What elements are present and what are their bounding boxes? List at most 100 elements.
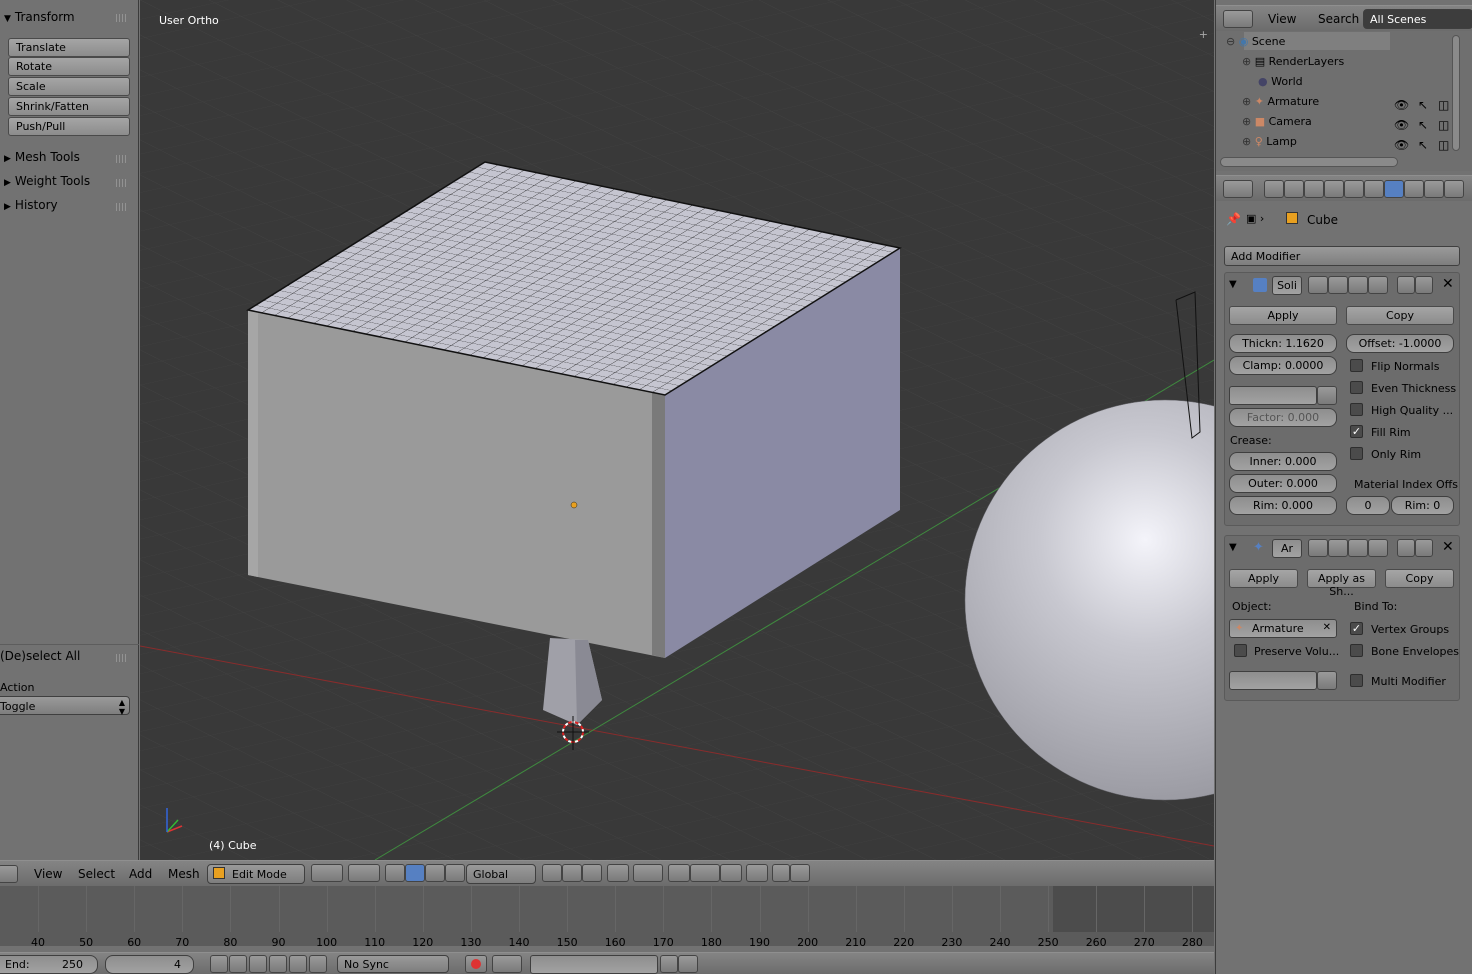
cursor-icon[interactable]: ↖ (1418, 95, 1428, 115)
armature-apply-button[interactable]: Apply (1229, 569, 1298, 588)
armature-object-field[interactable]: ✦ Armature ✕ (1229, 619, 1337, 638)
panel-grip-icon[interactable] (116, 203, 128, 211)
insert-keyframe-icon[interactable] (660, 955, 678, 973)
material-tab-icon[interactable] (1424, 180, 1444, 198)
outer-crease-field[interactable]: Outer: 0.000 (1229, 474, 1337, 493)
solidify-copy-button[interactable]: Copy (1346, 306, 1454, 325)
render-camera-icon[interactable]: ◫ (1438, 115, 1449, 135)
proportional-edit-icon[interactable] (633, 864, 663, 882)
remove-modifier-icon[interactable]: ✕ (1442, 539, 1454, 555)
prev-keyframe-icon[interactable] (229, 955, 247, 973)
mesh-tools-panel-header[interactable]: ▶ Mesh Tools (4, 150, 80, 164)
outliner-editor-type-icon[interactable] (1223, 10, 1253, 28)
transform-panel-header[interactable]: ▼ Transform (4, 10, 75, 24)
thickness-field[interactable]: Thickn: 1.1620 (1229, 334, 1337, 353)
data-tab-icon[interactable] (1404, 180, 1424, 198)
properties-editor-type-icon[interactable] (1223, 180, 1253, 198)
eye-icon[interactable]: 👁 (1394, 95, 1409, 115)
solidify-apply-button[interactable]: Apply (1229, 306, 1337, 325)
cursor-icon[interactable]: ↖ (1418, 135, 1428, 155)
render-camera-icon[interactable]: ◫ (1438, 95, 1449, 115)
scale-manipulator-icon[interactable] (445, 864, 465, 882)
scene-tab-icon[interactable] (1304, 180, 1324, 198)
invert-vgroup-icon[interactable] (1317, 386, 1337, 405)
collapse-triangle-icon[interactable]: ▼ (1229, 279, 1237, 290)
object-tab-icon[interactable] (1344, 180, 1364, 198)
vertex-select-icon[interactable] (542, 864, 562, 882)
only-rim-checkbox[interactable] (1350, 447, 1363, 460)
play-icon[interactable] (269, 955, 287, 973)
push-pull-button[interactable]: Push/Pull (8, 117, 130, 136)
keying-icon[interactable] (492, 955, 522, 973)
render-icon[interactable] (746, 864, 768, 882)
scale-button[interactable]: Scale (8, 77, 130, 96)
mode-select[interactable]: Edit Mode (207, 864, 305, 884)
editmode-toggle-icon[interactable] (1348, 276, 1368, 294)
next-keyframe-icon[interactable] (289, 955, 307, 973)
snap-element-icon[interactable] (690, 864, 720, 882)
viewport-toggle-icon[interactable] (1328, 276, 1348, 294)
even-thickness-checkbox[interactable] (1350, 381, 1363, 394)
offset-field[interactable]: Offset: -1.0000 (1346, 334, 1454, 353)
face-select-icon[interactable] (582, 864, 602, 882)
jump-end-icon[interactable] (309, 955, 327, 973)
weight-tools-panel-header[interactable]: ▶ Weight Tools (4, 174, 90, 188)
inner-crease-field[interactable]: Inner: 0.000 (1229, 452, 1337, 471)
vertex-group-field[interactable] (1229, 386, 1317, 405)
panel-grip-icon[interactable] (116, 155, 128, 163)
outliner-menu-view[interactable]: View (1268, 12, 1296, 26)
menu-mesh[interactable]: Mesh (168, 867, 200, 881)
shrink-fatten-button[interactable]: Shrink/Fatten (8, 97, 130, 116)
outliner-item-world[interactable]: ● World (1258, 75, 1303, 88)
clamp-field[interactable]: Clamp: 0.0000 (1229, 356, 1337, 375)
edge-select-icon[interactable] (562, 864, 582, 882)
move-down-icon[interactable] (1415, 539, 1433, 557)
outliner-item-lamp[interactable]: ⊕ ♀ Lamp (1242, 135, 1297, 148)
editmode-toggle-icon[interactable] (1348, 539, 1368, 557)
armature-vgroup-field[interactable] (1229, 671, 1317, 690)
plus-icon[interactable]: + (1199, 28, 1208, 41)
render-toggle-icon[interactable] (1308, 276, 1328, 294)
world-tab-icon[interactable] (1324, 180, 1344, 198)
clear-icon[interactable]: ✕ (1323, 622, 1331, 633)
3d-viewport[interactable]: User Ortho (4) Cube + (140, 0, 1214, 860)
material-offset-field[interactable]: 0 (1346, 496, 1390, 515)
outliner-filter-select[interactable]: All Scenes (1363, 9, 1472, 29)
fill-rim-checkbox[interactable]: ✓ (1350, 425, 1363, 438)
cage-toggle-icon[interactable] (1368, 276, 1388, 294)
opengl-animation-icon[interactable] (790, 864, 810, 882)
render-tab-icon[interactable] (1264, 180, 1284, 198)
translate-manipulator-icon[interactable] (405, 864, 425, 882)
panel-grip-icon[interactable] (116, 654, 128, 662)
manipulator-icon[interactable] (385, 864, 405, 882)
panel-grip-icon[interactable] (116, 179, 128, 187)
pin-icon[interactable]: 📌 (1226, 212, 1241, 226)
panel-grip-icon[interactable] (116, 14, 128, 22)
jump-start-icon[interactable] (210, 955, 228, 973)
render-layers-tab-icon[interactable] (1284, 180, 1304, 198)
eye-icon[interactable]: 👁 (1394, 135, 1409, 155)
limit-selection-icon[interactable] (607, 864, 629, 882)
viewport-toggle-icon[interactable] (1328, 539, 1348, 557)
factor-field[interactable]: Factor: 0.000 (1229, 408, 1337, 427)
orientation-select[interactable]: Global (466, 864, 536, 884)
move-up-icon[interactable] (1397, 539, 1415, 557)
apply-as-shape-button[interactable]: Apply as Sh... (1307, 569, 1376, 598)
menu-add[interactable]: Add (129, 867, 152, 881)
outliner-item-renderlayers[interactable]: ⊕ ▤ RenderLayers (1242, 55, 1344, 68)
multi-modifier-checkbox[interactable] (1350, 674, 1363, 687)
outliner-tree[interactable]: ⊖ ◉ Scene ⊕ ▤ RenderLayers ● World ⊕ ✦ A… (1216, 31, 1472, 171)
flip-normals-checkbox[interactable] (1350, 359, 1363, 372)
record-icon[interactable] (465, 955, 487, 973)
remove-modifier-icon[interactable]: ✕ (1442, 276, 1454, 292)
modifier-name-field[interactable]: Soli (1272, 276, 1302, 295)
move-up-icon[interactable] (1397, 276, 1415, 294)
play-reverse-icon[interactable] (249, 955, 267, 973)
editor-type-icon[interactable] (0, 865, 18, 883)
outliner-vscrollbar[interactable] (1452, 35, 1460, 151)
high-quality-checkbox[interactable] (1350, 403, 1363, 416)
action-select[interactable]: Toggle ▲ ▼ (0, 696, 130, 716)
outliner-menu-search[interactable]: Search (1318, 12, 1359, 26)
rim-crease-field[interactable]: Rim: 0.000 (1229, 496, 1337, 515)
rotate-manipulator-icon[interactable] (425, 864, 445, 882)
